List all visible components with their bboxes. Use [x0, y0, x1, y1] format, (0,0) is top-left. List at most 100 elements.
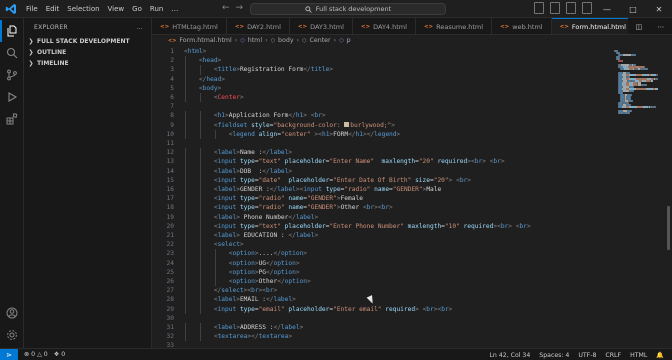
settings-gear-icon[interactable] — [0, 324, 24, 346]
code-line[interactable]: 18 <input type="radio" name="GENDER">Othe… — [152, 203, 672, 213]
run-and-debug-icon[interactable] — [0, 86, 24, 108]
indent-guide — [185, 157, 186, 167]
menu-item[interactable]: Run — [146, 0, 167, 18]
timeline-section[interactable]: ❯ TIMELINE — [24, 58, 151, 69]
more-actions-icon[interactable]: ⋯ — [657, 23, 664, 31]
code-line[interactable]: 13 <input type="text" placeholder="Enter … — [152, 157, 672, 167]
code-line[interactable]: 1 <html> — [152, 47, 672, 56]
code-token: input — [303, 186, 322, 193]
code-token: > — [288, 149, 293, 157]
code-line[interactable]: 6 <Center> — [152, 93, 672, 103]
code-line[interactable]: 10 <legend align="center" ><h1>FORM</h1><… — [152, 129, 672, 139]
breadcrumb-item[interactable]: Form.htmal.html — [179, 37, 231, 44]
close-window-button[interactable]: ✕ — [646, 0, 672, 18]
code-line[interactable]: 31 <label>ADDRESS :</label> — [152, 323, 672, 333]
menu-item[interactable]: View — [104, 0, 129, 18]
outline-section[interactable]: ❯ OUTLINE — [24, 47, 151, 58]
code-token: "Enter Phone Number" — [329, 222, 404, 230]
accounts-icon[interactable] — [0, 302, 24, 324]
menu-item[interactable]: Go — [128, 0, 146, 18]
notifications-bell-icon[interactable]: 🔔 — [656, 351, 664, 359]
command-center-search[interactable]: Full stack development — [250, 3, 446, 15]
scrollbar-thumb[interactable] — [667, 206, 670, 250]
toggle-secondary-sidebar-icon[interactable] — [566, 2, 576, 14]
breadcrumb-item[interactable]: Center — [309, 37, 330, 44]
code-line[interactable]: 12 <label>Name :</label> — [152, 148, 672, 158]
code-line[interactable]: 28 <label>EMAIL :</label> — [152, 295, 672, 305]
breadcrumb-item[interactable]: body — [278, 37, 294, 44]
search-activity-icon[interactable] — [0, 42, 24, 64]
forward-arrow-icon[interactable]: → — [236, 3, 244, 13]
code-token: "Enter email" — [333, 305, 382, 313]
toggle-panel-icon[interactable] — [550, 2, 560, 14]
breadcrumb-item[interactable]: html — [248, 37, 262, 44]
customize-layout-icon[interactable] — [582, 2, 592, 14]
code-line[interactable]: 29 <input type="email" placeholder="Enter… — [152, 304, 672, 314]
problems-indicator[interactable]: ⊗ 0 △ 0 — [24, 351, 48, 358]
line-number: 33 — [166, 342, 174, 348]
code-line[interactable]: 32 <textarea></textarea> — [152, 332, 672, 342]
code-line[interactable]: 11 — [152, 139, 672, 148]
encoding[interactable]: UTF-8 — [578, 352, 596, 359]
code-token: placeholder — [284, 158, 326, 166]
code-line[interactable]: 30 — [152, 314, 672, 323]
code-line[interactable]: 33 — [152, 341, 672, 348]
breadcrumb-item[interactable]: p — [347, 37, 351, 44]
code-line[interactable]: 7 — [152, 102, 672, 111]
code-line[interactable]: 27 </select><br><br> — [152, 286, 672, 296]
code-line[interactable]: 25 <option>PG</option> — [152, 267, 672, 277]
error-count: 0 — [31, 351, 36, 358]
vertical-scrollbar[interactable] — [658, 46, 672, 348]
code-line[interactable]: 20 <input type="text" placeholder="Enter … — [152, 221, 672, 231]
workspace-folder-section[interactable]: ❯ FULL STACK DEVELOPMENT — [24, 36, 151, 47]
editor-tab[interactable]: <> DAY3.html — [290, 18, 353, 34]
minimize-button[interactable]: — — [594, 0, 620, 18]
code-line[interactable]: 19 <label> Phone Number</label> — [152, 212, 672, 222]
code-token: > — [500, 158, 505, 166]
section-label: FULL STACK DEVELOPMENT — [37, 38, 130, 45]
toggle-primary-sidebar-icon[interactable] — [534, 2, 544, 14]
indent-guide — [199, 332, 201, 342]
code-line[interactable]: 24 <option>UG</option> — [152, 258, 672, 268]
code-line[interactable]: 23 <option>....</option> — [152, 249, 672, 259]
editor-tab[interactable]: <> web.html — [492, 18, 552, 34]
code-line[interactable]: 8 <h1>Application Form</h1> <br> — [152, 111, 672, 121]
source-control-icon[interactable] — [0, 64, 24, 86]
menu-item[interactable]: … — [167, 0, 182, 18]
remote-indicator-icon[interactable]: ⋗ — [0, 348, 18, 360]
explorer-icon[interactable] — [0, 20, 24, 42]
code-line[interactable]: 5 <body> — [152, 83, 672, 93]
menu-item[interactable]: Edit — [42, 0, 64, 18]
maximize-button[interactable]: □ — [620, 0, 646, 18]
back-arrow-icon[interactable]: ← — [222, 3, 230, 13]
code-editor[interactable]: 33 32 <textarea></textarea> 31 <label>ADDRES… — [152, 46, 672, 348]
explorer-more-actions-icon[interactable]: … — [137, 24, 143, 31]
code-line[interactable]: 3 <title>Registration Form</title> — [152, 65, 672, 75]
menu-item[interactable]: File — [22, 0, 42, 18]
code-line[interactable]: 22 <select> — [152, 240, 672, 250]
color-swatch-icon[interactable] — [344, 122, 350, 128]
code-line[interactable]: 4 </head> — [152, 74, 672, 84]
split-editor-icon[interactable]: ◫ — [636, 23, 643, 31]
code-line[interactable]: 9 <fieldset style="background-color: burl… — [152, 120, 672, 130]
editor-tab[interactable]: <> HTMLtag.html — [152, 18, 227, 34]
language-mode[interactable]: HTML — [630, 352, 647, 359]
code-line[interactable]: 21 <label> EDUCATION : </label> — [152, 231, 672, 241]
code-line[interactable]: 14 <label>DOB :</label> — [152, 166, 672, 176]
editor-tab[interactable]: <> DAY2.html — [227, 18, 290, 34]
code-line[interactable]: 15 <input type="date" placeholder="Enter … — [152, 175, 672, 185]
minimap[interactable] — [614, 46, 668, 348]
code-line[interactable]: 16 <label>GENDER :</label><input type="ra… — [152, 185, 672, 195]
code-line[interactable]: 2 <head> — [152, 56, 672, 66]
code-token: "date" — [258, 176, 281, 184]
code-line[interactable]: 17 <input type="radio" name="GENDER">Fema… — [152, 194, 672, 204]
code-line[interactable]: 26 <option>Other</option> — [152, 277, 672, 287]
line-ending[interactable]: CRLF — [605, 352, 621, 359]
extensions-icon[interactable] — [0, 108, 24, 130]
editor-tab[interactable]: <> DAY4.html — [353, 18, 416, 34]
ports-indicator[interactable]: ❖ 0 — [54, 351, 65, 358]
cursor-position[interactable]: Ln 42, Col 34 — [489, 352, 530, 359]
menu-item[interactable]: Selection — [63, 0, 103, 18]
editor-tab[interactable]: <> Reasume.html — [416, 18, 493, 34]
indentation[interactable]: Spaces: 4 — [539, 352, 569, 359]
